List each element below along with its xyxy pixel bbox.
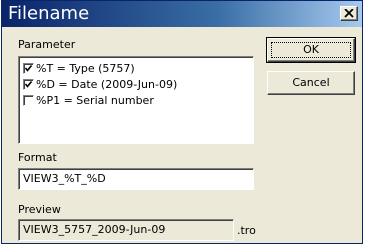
preview-label: Preview bbox=[18, 203, 61, 216]
parameter-item-label: %P1 = Serial number bbox=[36, 94, 154, 107]
format-input[interactable]: VIEW3_%T_%D bbox=[18, 168, 254, 190]
parameter-item-label: %D = Date (2009-Jun-09) bbox=[36, 78, 178, 91]
parameter-item-serial[interactable]: %P1 = Serial number bbox=[23, 93, 154, 108]
parameter-list[interactable]: %T = Type (5757) %D = Date (2009-Jun-09)… bbox=[18, 56, 254, 144]
ok-button[interactable]: OK bbox=[266, 37, 356, 63]
close-button[interactable] bbox=[340, 6, 358, 21]
format-label: Format bbox=[18, 151, 57, 164]
parameter-item-date[interactable]: %D = Date (2009-Jun-09) bbox=[23, 77, 177, 92]
dialog-title: Filename bbox=[8, 3, 90, 24]
serial-checkbox[interactable] bbox=[23, 95, 34, 106]
cancel-button[interactable]: Cancel bbox=[267, 71, 355, 95]
parameter-label: Parameter bbox=[18, 38, 76, 51]
type-checkbox[interactable] bbox=[23, 63, 34, 74]
checkmark-icon bbox=[24, 65, 33, 72]
date-checkbox[interactable] bbox=[23, 79, 34, 90]
cancel-button-label: Cancel bbox=[292, 76, 330, 89]
filename-dialog: Filename Parameter %T = Type (5757) %D =… bbox=[1, 0, 363, 244]
ok-button-label: OK bbox=[303, 43, 319, 56]
checkmark-icon bbox=[24, 81, 33, 88]
preview-field: VIEW3_5757_2009-Jun-09 bbox=[18, 219, 234, 241]
preview-extension: .tro bbox=[237, 224, 256, 237]
title-bar[interactable]: Filename bbox=[2, 1, 362, 27]
parameter-item-label: %T = Type (5757) bbox=[36, 62, 135, 75]
close-icon bbox=[344, 7, 354, 21]
parameter-item-type[interactable]: %T = Type (5757) bbox=[23, 61, 135, 76]
